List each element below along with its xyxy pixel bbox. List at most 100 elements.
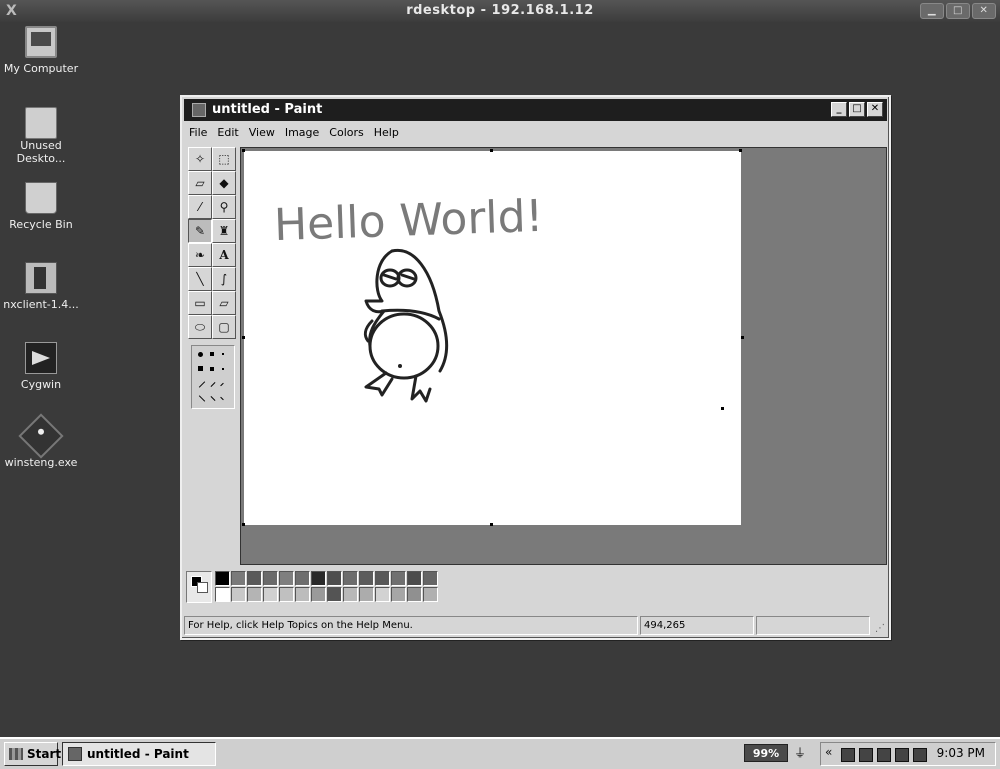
color-swatch[interactable]	[311, 571, 326, 586]
resize-handle[interactable]	[242, 523, 245, 526]
color-swatch[interactable]	[215, 571, 230, 586]
text-icon[interactable]: A	[212, 243, 236, 267]
tray-expand-icon[interactable]: «	[825, 745, 832, 759]
paint-titlebar[interactable]: untitled - Paint _ □ ✕	[184, 99, 887, 121]
color-swatch[interactable]	[359, 571, 374, 586]
color-swatch[interactable]	[231, 571, 246, 586]
resize-handle[interactable]	[242, 336, 245, 339]
current-colors[interactable]	[186, 571, 212, 603]
fill-icon[interactable]: ◆	[212, 171, 236, 195]
color-palette	[186, 571, 746, 607]
desktop-icon-my-computer[interactable]: My Computer	[1, 26, 81, 75]
status-coordinates: 494,265	[640, 616, 754, 635]
hello-world-text: Hello World!	[273, 191, 544, 251]
color-swatch[interactable]	[311, 587, 326, 602]
cygwin-icon	[25, 342, 57, 374]
menu-edit[interactable]: Edit	[212, 123, 243, 143]
canvas-area[interactable]: Hello World!	[240, 147, 887, 565]
color-swatch[interactable]	[327, 571, 342, 586]
color-swatch[interactable]	[263, 571, 278, 586]
color-swatch[interactable]	[391, 587, 406, 602]
status-size	[756, 616, 870, 635]
color-swatch[interactable]	[343, 571, 358, 586]
network-icon[interactable]	[841, 748, 855, 762]
rdesktop-close-icon[interactable]: X	[6, 0, 17, 22]
color-swatch[interactable]	[375, 587, 390, 602]
airbrush-icon[interactable]: ❧	[188, 243, 212, 267]
antivirus-icon[interactable]	[913, 748, 927, 762]
drawing-canvas[interactable]: Hello World!	[242, 149, 744, 526]
color-swatch[interactable]	[295, 571, 310, 586]
color-swatch[interactable]	[391, 571, 406, 586]
magnifier-icon[interactable]: ⚲	[212, 195, 236, 219]
resize-handle[interactable]	[242, 149, 245, 152]
color-swatch[interactable]	[327, 587, 342, 602]
menu-view[interactable]: View	[244, 123, 280, 143]
menu-image[interactable]: Image	[280, 123, 324, 143]
resize-handle[interactable]	[741, 336, 744, 339]
polygon-icon[interactable]: ▱	[212, 291, 236, 315]
desktop-icon-nxclient[interactable]: nxclient-1.4...	[1, 262, 81, 311]
select-icon[interactable]: ⬚	[212, 147, 236, 171]
cursor-dot	[721, 407, 724, 410]
rdesktop-minimize-button[interactable]: ▁	[920, 3, 944, 19]
color-swatch[interactable]	[215, 587, 230, 602]
color-swatch[interactable]	[343, 587, 358, 602]
resize-handle[interactable]	[490, 523, 493, 526]
color-swatch[interactable]	[423, 587, 438, 602]
rectangle-icon[interactable]: ▭	[188, 291, 212, 315]
desktop-icon-winsteng[interactable]: winsteng.exe	[1, 413, 81, 469]
color-swatch[interactable]	[263, 587, 278, 602]
paint-window[interactable]: untitled - Paint _ □ ✕ File Edit View Im…	[180, 95, 891, 640]
clock[interactable]: 9:03 PM	[937, 746, 985, 760]
printer-icon[interactable]	[877, 748, 891, 762]
resize-handle[interactable]	[490, 149, 493, 152]
desktop-icon-unused-desktop[interactable]: Unused Deskto...	[1, 103, 81, 165]
menu-help[interactable]: Help	[369, 123, 404, 143]
start-button[interactable]: Start	[4, 742, 62, 766]
rounded-rectangle-icon[interactable]: ▢	[212, 315, 236, 339]
rdesktop-titlebar[interactable]: X rdesktop - 192.168.1.12 ▁ □ ✕	[0, 0, 1000, 22]
close-button[interactable]: ✕	[867, 102, 883, 117]
size-grip-icon[interactable]: ⋰	[875, 620, 885, 638]
ellipse-icon[interactable]: ⬭	[188, 315, 212, 339]
color-swatch[interactable]	[247, 571, 262, 586]
color-swatch[interactable]	[359, 587, 374, 602]
menu-colors[interactable]: Colors	[324, 123, 368, 143]
signal-icon[interactable]	[895, 748, 909, 762]
tool-options[interactable]	[191, 345, 235, 409]
battery-indicator[interactable]: 99%	[744, 744, 788, 762]
color-swatch[interactable]	[279, 571, 294, 586]
resize-handle[interactable]	[739, 149, 742, 152]
menu-file[interactable]: File	[184, 123, 212, 143]
power-plug-icon[interactable]: ⏚	[794, 746, 814, 760]
brush-icon[interactable]: ♜	[212, 219, 236, 243]
color-swatch[interactable]	[423, 571, 438, 586]
free-form-select-icon[interactable]: ✧	[188, 147, 212, 171]
menu-bar: File Edit View Image Colors Help	[184, 123, 887, 143]
desktop-icon-cygwin[interactable]: Cygwin	[1, 342, 81, 391]
desktop-icon-recycle-bin[interactable]: Recycle Bin	[1, 182, 81, 231]
computer-icon	[25, 26, 57, 58]
pick-color-icon[interactable]: ⁄	[188, 195, 212, 219]
taskbar: Start untitled - Paint 99% ⏚ « 9:03 PM	[0, 737, 1000, 769]
color-swatch[interactable]	[407, 571, 422, 586]
executable-icon	[18, 413, 64, 459]
display-icon[interactable]	[859, 748, 873, 762]
color-swatch[interactable]	[375, 571, 390, 586]
rdesktop-maximize-button[interactable]: □	[946, 3, 970, 19]
color-swatch[interactable]	[247, 587, 262, 602]
pencil-icon[interactable]: ✎	[188, 219, 212, 243]
start-label: Start	[27, 747, 62, 761]
rdesktop-close-button[interactable]: ✕	[972, 3, 996, 19]
eraser-icon[interactable]: ▱	[188, 171, 212, 195]
minimize-button[interactable]: _	[831, 102, 847, 117]
color-swatch[interactable]	[407, 587, 422, 602]
color-swatch[interactable]	[231, 587, 246, 602]
color-swatch[interactable]	[295, 587, 310, 602]
maximize-button[interactable]: □	[849, 102, 865, 117]
line-icon[interactable]: ╲	[188, 267, 212, 291]
taskbar-item-paint[interactable]: untitled - Paint	[62, 742, 216, 766]
color-swatch[interactable]	[279, 587, 294, 602]
curve-icon[interactable]: ∫	[212, 267, 236, 291]
